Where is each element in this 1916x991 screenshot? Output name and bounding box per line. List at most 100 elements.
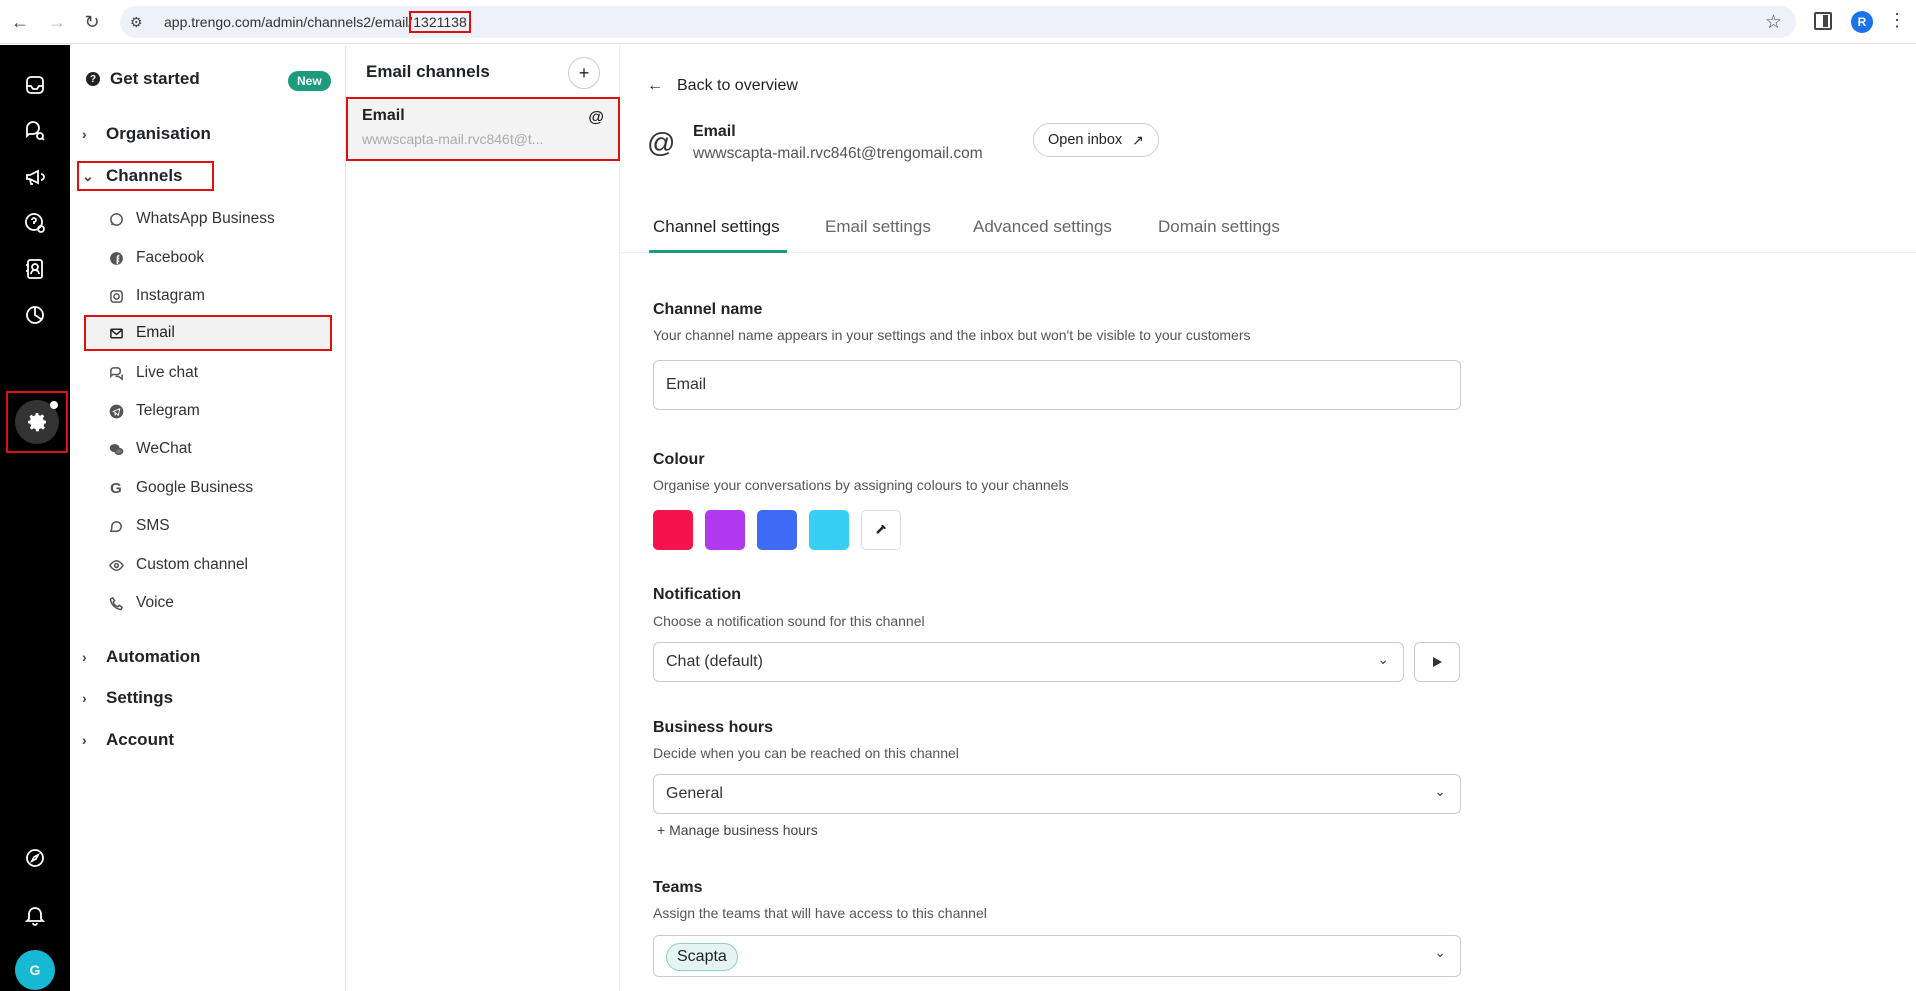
colour-swatch-purple[interactable] [705,510,745,550]
question-icon: ? [86,72,100,86]
at-sign-icon: @ [588,109,604,126]
reload-icon[interactable]: ↻ [80,10,104,34]
contacts-icon[interactable] [15,249,55,289]
chevron-right-icon: › [82,690,87,706]
at-sign-icon: @ [647,127,676,158]
sidebar-section-channels[interactable]: ⌄ Channels [77,161,214,191]
manage-business-hours-link[interactable]: + Manage business hours [657,822,818,838]
settings-sidebar: ? Get started New › Organisation ⌄ Chann… [70,45,346,991]
sidebar-item-telegram[interactable]: Telegram [108,395,338,427]
site-settings-icon[interactable]: ⚙ [130,14,150,31]
channel-address: wwwscapta-mail.rvc846t@trengomail.com [693,145,983,162]
sidebar-section-settings[interactable]: › Settings [82,688,173,708]
settings-nav-button[interactable] [6,391,68,453]
instagram-icon [108,288,124,304]
business-hours-select[interactable]: General ⌄ [653,774,1461,814]
sidebar-item-wechat[interactable]: WeChat [108,433,338,465]
play-icon [1433,657,1442,667]
get-started-link[interactable]: ? Get started [86,69,200,89]
sidebar-item-voice[interactable]: Voice [108,587,338,619]
reports-pie-icon[interactable] [15,295,55,335]
chat-icon [108,365,124,381]
notification-sound-select[interactable]: Chat (default) ⌄ [653,642,1404,682]
url-text: app.trengo.com/admin/channels2/email/132… [164,11,471,33]
sidebar-section-account[interactable]: › Account [82,730,174,750]
address-bar[interactable]: ⚙ app.trengo.com/admin/channels2/email/1… [120,6,1796,38]
chevron-right-icon: › [82,649,87,665]
notification-title: Notification [653,586,741,603]
teams-select[interactable]: Scapta ⌄ [653,935,1461,977]
tab-domain-settings[interactable]: Domain settings [1158,217,1280,237]
channel-list-panel: Email channels + Email wwwscapta-mail.rv… [346,45,620,991]
teams-desc: Assign the teams that will have access t… [653,905,987,921]
business-hours-desc: Decide when you can be reached on this c… [653,745,959,761]
browser-toolbar: ← → ↻ ⚙ app.trengo.com/admin/channels2/e… [0,0,1916,44]
eye-icon [108,557,124,573]
active-tab-indicator [649,250,787,253]
open-inbox-button[interactable]: Open inbox ↗ [1033,123,1159,157]
app-rail: G [0,45,70,991]
channel-card-subtitle: wwwscapta-mail.rvc846t@t... [362,131,544,147]
colour-swatch-red[interactable] [653,510,693,550]
sidebar-item-facebook[interactable]: Facebook [108,242,338,274]
new-badge: New [288,71,331,91]
chat-search-icon[interactable] [15,111,55,151]
side-panel-icon[interactable] [1814,12,1832,30]
colour-desc: Organise your conversations by assigning… [653,477,1069,493]
compass-icon[interactable] [15,838,55,878]
tab-email-settings[interactable]: Email settings [825,217,931,237]
external-arrow-icon: ↗ [1132,131,1144,148]
teams-title: Teams [653,879,703,896]
sidebar-item-sms[interactable]: SMS [108,510,338,542]
chevron-down-icon: ⌄ [82,167,94,184]
back-arrow-icon[interactable]: ← [8,10,32,34]
colour-swatch-cyan[interactable] [809,510,849,550]
whatsapp-icon [108,211,124,227]
inbox-icon[interactable] [15,65,55,105]
channel-name-title: Channel name [653,301,763,318]
channel-list-title: Email channels [366,62,490,81]
sidebar-item-google-business[interactable]: G Google Business [108,472,338,504]
user-avatar[interactable]: G [15,950,55,990]
back-to-overview-link[interactable]: ← Back to overview [647,77,798,95]
sidebar-item-whatsapp[interactable]: WhatsApp Business [108,203,338,235]
chevron-down-icon: ⌄ [1434,783,1446,799]
mail-icon [108,325,124,341]
profile-avatar[interactable]: R [1851,11,1873,33]
sidebar-item-custom-channel[interactable]: Custom channel [108,549,338,581]
eyedropper-icon[interactable] [861,510,901,550]
tab-channel-settings[interactable]: Channel settings [653,217,780,237]
sms-icon [108,518,124,534]
channel-name-input[interactable]: Email [653,360,1461,410]
add-channel-button[interactable]: + [568,57,600,89]
bookmark-star-icon[interactable]: ☆ [1765,11,1782,34]
sidebar-item-instagram[interactable]: Instagram [108,280,338,312]
phone-icon [108,595,124,611]
chevron-right-icon: › [82,126,87,142]
help-settings-icon[interactable] [15,203,55,243]
business-hours-title: Business hours [653,719,774,736]
sidebar-item-live-chat[interactable]: Live chat [108,357,338,389]
notification-dot [50,401,58,409]
sidebar-section-automation[interactable]: › Automation [82,647,200,667]
colour-swatch-blue[interactable] [757,510,797,550]
channel-settings-main: ← Back to overview @ Email wwwscapta-mai… [621,45,1916,991]
url-id-highlight: 1321138 [409,11,471,33]
sidebar-section-organisation[interactable]: › Organisation [82,124,211,144]
more-menu-icon[interactable]: ⋮ [1888,10,1906,31]
bell-icon[interactable] [15,895,55,935]
megaphone-icon[interactable] [15,157,55,197]
sidebar-item-email[interactable]: Email [84,315,332,351]
play-sound-button[interactable] [1414,642,1460,682]
channel-card-email[interactable]: Email wwwscapta-mail.rvc846t@t... @ [346,97,620,161]
chevron-right-icon: › [82,732,87,748]
tab-advanced-settings[interactable]: Advanced settings [973,217,1112,237]
forward-arrow-icon[interactable]: → [45,10,69,34]
chevron-down-icon: ⌄ [1434,944,1446,960]
channel-name-desc: Your channel name appears in your settin… [653,327,1251,343]
colour-title: Colour [653,451,705,468]
telegram-icon [108,403,124,419]
facebook-icon [108,250,124,266]
team-chip[interactable]: Scapta [666,943,738,971]
channel-name: Email [693,123,736,140]
